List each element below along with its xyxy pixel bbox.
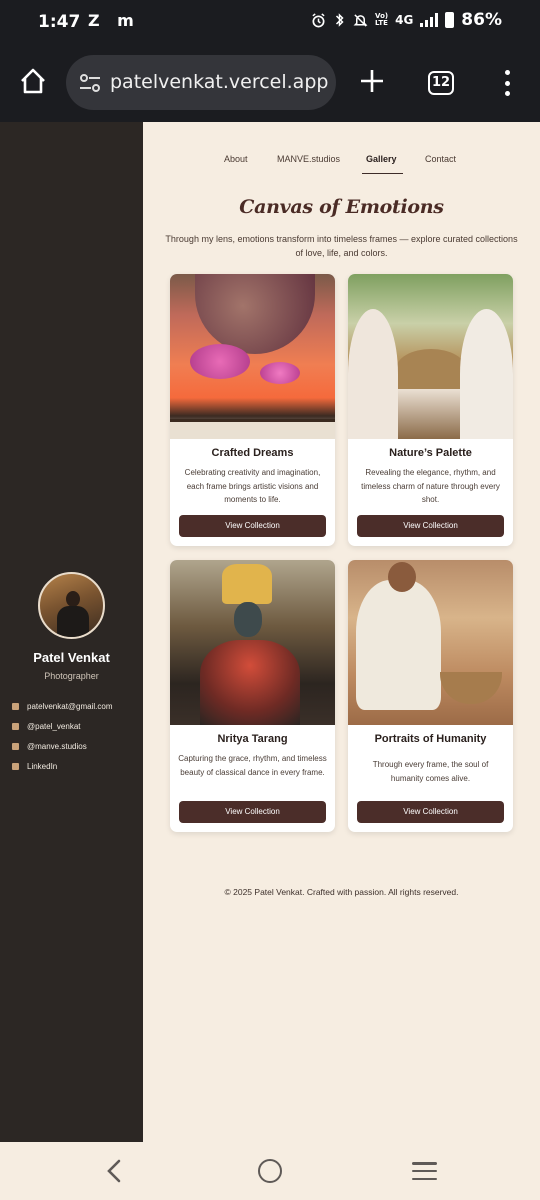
tab-switcher-button[interactable]: 12 xyxy=(428,71,454,95)
address-bar[interactable]: patelvenkat.vercel.app xyxy=(66,55,336,110)
contact-email-label[interactable]: patelvenkat@gmail.com xyxy=(27,702,113,711)
volte-icon: Vo) LTE xyxy=(375,12,389,27)
nav-manve-studios[interactable]: MANVE.studios xyxy=(277,154,340,164)
linkedin-icon xyxy=(12,762,19,770)
battery-icon xyxy=(445,12,455,28)
battery-level: 86% xyxy=(461,10,502,30)
nav-active-indicator xyxy=(362,173,403,174)
bluetooth-icon xyxy=(336,13,344,27)
site-settings-icon[interactable] xyxy=(78,71,102,95)
card-description: Through every frame, the soul of humanit… xyxy=(372,760,489,783)
gallery-image-portraits-of-humanity[interactable] xyxy=(348,560,513,725)
instagram-icon xyxy=(12,742,19,750)
status-bar: 1:47 Z m Vo) LTE 4G 86% xyxy=(0,0,540,44)
instagram-icon xyxy=(12,722,19,730)
view-collection-button[interactable]: View Collection xyxy=(357,515,504,537)
new-tab-icon[interactable] xyxy=(359,68,385,94)
nav-contact[interactable]: Contact xyxy=(425,154,456,164)
home-icon[interactable] xyxy=(18,66,48,96)
mute-icon xyxy=(353,13,368,27)
mail-icon xyxy=(12,702,19,710)
network-type: 4G xyxy=(395,13,414,27)
card-description: Celebrating creativity and imagination, … xyxy=(184,468,321,504)
card-description: Revealing the elegance, rhythm, and time… xyxy=(361,468,500,504)
contact-instagram-studio[interactable]: @manve.studios xyxy=(12,736,113,756)
recent-apps-icon[interactable] xyxy=(412,1162,437,1180)
card-title: Crafted Dreams xyxy=(211,447,294,459)
main-content: About MANVE.studios Gallery Contact Canv… xyxy=(143,122,540,1142)
avatar xyxy=(38,572,105,639)
signal-icon xyxy=(420,13,439,27)
profile-sidebar: Patel Venkat Photographer patelvenkat@gm… xyxy=(0,122,143,1142)
gallery-image-nritya-tarang[interactable] xyxy=(170,560,335,725)
profile-role: Photographer xyxy=(44,671,99,681)
profile-name: Patel Venkat xyxy=(33,650,110,665)
contact-instagram-personal-label[interactable]: @patel_venkat xyxy=(27,722,81,731)
back-icon[interactable] xyxy=(103,1158,125,1184)
web-page: Patel Venkat Photographer patelvenkat@gm… xyxy=(0,122,540,1142)
contact-linkedin[interactable]: LinkedIn xyxy=(12,756,113,776)
status-icons: Vo) LTE 4G 86% xyxy=(311,10,502,30)
contact-instagram-personal[interactable]: @patel_venkat xyxy=(12,716,113,736)
view-collection-button[interactable]: View Collection xyxy=(179,515,326,537)
browser-toolbar: patelvenkat.vercel.app 12 xyxy=(0,44,540,122)
nav-about[interactable]: About xyxy=(224,154,248,164)
view-collection-button[interactable]: View Collection xyxy=(179,801,326,823)
contact-list: patelvenkat@gmail.com @patel_venkat @man… xyxy=(12,696,113,776)
page-footer: © 2025 Patel Venkat. Crafted with passio… xyxy=(224,887,459,897)
gallery-image-crafted-dreams[interactable] xyxy=(170,274,335,439)
top-nav: About MANVE.studios Gallery Contact xyxy=(143,154,540,176)
nav-gallery[interactable]: Gallery xyxy=(366,154,397,164)
more-menu-icon[interactable] xyxy=(503,70,511,96)
view-collection-button[interactable]: View Collection xyxy=(357,801,504,823)
contact-linkedin-label[interactable]: LinkedIn xyxy=(27,762,57,771)
gallery-card: Crafted Dreams Celebrating creativity an… xyxy=(170,274,335,546)
card-description: Capturing the grace, rhythm, and timeles… xyxy=(178,754,327,777)
card-title: Nature’s Palette xyxy=(389,447,472,459)
page-title: Canvas of Emotions xyxy=(239,196,444,218)
gallery-image-natures-palette[interactable] xyxy=(348,274,513,439)
gallery-card: Nritya Tarang Capturing the grace, rhyth… xyxy=(170,560,335,832)
contact-email[interactable]: patelvenkat@gmail.com xyxy=(12,696,113,716)
gallery-card: Nature’s Palette Revealing the elegance,… xyxy=(348,274,513,546)
card-title: Portraits of Humanity xyxy=(374,733,487,745)
status-time: 1:47 xyxy=(38,12,81,32)
contact-instagram-studio-label[interactable]: @manve.studios xyxy=(27,742,87,751)
page-subtitle: Through my lens, emotions transform into… xyxy=(165,234,518,258)
alarm-icon xyxy=(312,12,325,27)
home-button-icon[interactable] xyxy=(258,1159,282,1183)
notification-icons: Z m xyxy=(88,11,140,30)
card-title: Nritya Tarang xyxy=(217,733,288,745)
url-text[interactable]: patelvenkat.vercel.app xyxy=(110,71,328,93)
system-nav-bar xyxy=(0,1142,540,1200)
gallery-card: Portraits of Humanity Through every fram… xyxy=(348,560,513,832)
